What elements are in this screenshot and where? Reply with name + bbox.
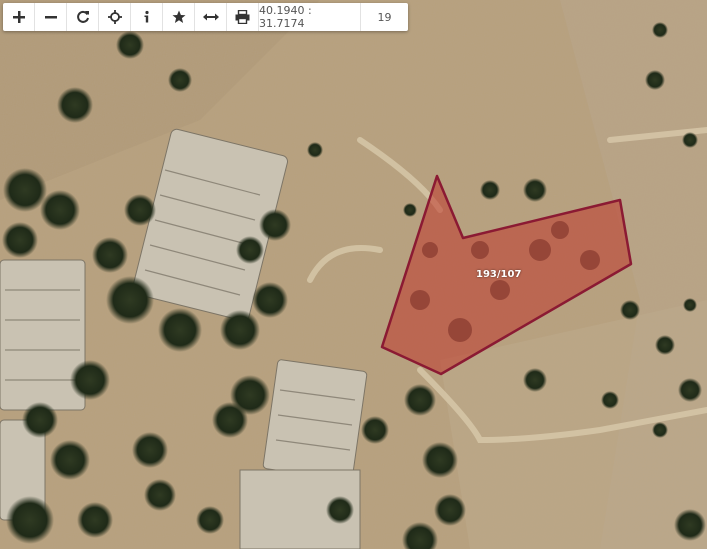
coordinate-readout: 40.1940 : 31.7174 [259, 3, 361, 31]
satellite-map[interactable] [0, 0, 707, 549]
arrows-horizontal-icon [202, 13, 219, 21]
zoom-level: 19 [377, 10, 392, 24]
parcel-label: 193/107 [476, 269, 522, 280]
info-icon [144, 10, 149, 23]
star-icon [172, 10, 185, 23]
locate-button[interactable] [99, 3, 131, 31]
favorite-button[interactable] [163, 3, 195, 31]
map-toolbar: 40.1940 : 31.7174 19 [3, 3, 408, 31]
crosshair-icon [107, 10, 122, 24]
minus-icon [44, 16, 57, 19]
print-button[interactable] [227, 3, 259, 31]
info-button[interactable] [131, 3, 163, 31]
zoom-out-button[interactable] [35, 3, 67, 31]
refresh-icon [76, 10, 89, 23]
plus-icon [12, 11, 25, 23]
refresh-button[interactable] [67, 3, 99, 31]
measure-button[interactable] [195, 3, 227, 31]
zoom-in-button[interactable] [3, 3, 35, 31]
printer-icon [235, 10, 250, 24]
